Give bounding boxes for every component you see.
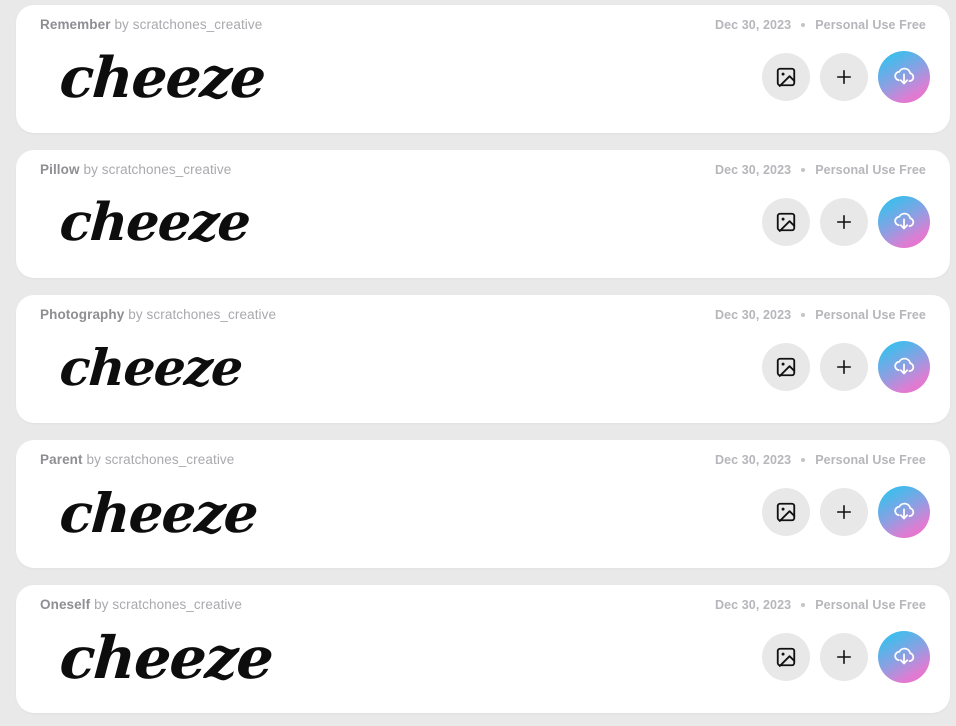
cloud-download-icon — [889, 497, 919, 527]
font-byline: by scratchones_creative — [128, 307, 276, 322]
preview-image-button[interactable] — [762, 53, 810, 101]
font-name: Photography — [40, 307, 125, 322]
by-label: by — [83, 162, 98, 177]
plus-icon — [834, 212, 854, 232]
card-meta-row: Oneself by scratchones_creative Dec 30, … — [16, 585, 950, 612]
font-card[interactable]: Remember by scratchones_creative Dec 30,… — [16, 5, 950, 133]
plus-icon — [834, 67, 854, 87]
image-icon — [775, 646, 797, 668]
font-author[interactable]: scratchones_creative — [112, 597, 242, 612]
by-label: by — [86, 452, 101, 467]
font-preview: cheeze — [57, 35, 680, 121]
font-preview-text: cheeze — [57, 192, 252, 253]
add-to-collection-button[interactable] — [820, 53, 868, 101]
cloud-download-icon — [889, 352, 919, 382]
font-preview-text: cheeze — [57, 481, 260, 545]
font-card[interactable]: Pillow by scratchones_creative Dec 30, 2… — [16, 150, 950, 278]
preview-image-button[interactable] — [762, 633, 810, 681]
font-result-list: Remember by scratchones_creative Dec 30,… — [0, 0, 956, 726]
add-to-collection-button[interactable] — [820, 343, 868, 391]
card-right-meta: Dec 30, 2023 Personal Use Free — [715, 597, 926, 613]
plus-icon — [834, 647, 854, 667]
license-label: Personal Use Free — [815, 308, 926, 322]
card-actions — [762, 51, 930, 103]
font-byline: by scratchones_creative — [86, 452, 234, 467]
card-meta-row: Remember by scratchones_creative Dec 30,… — [16, 5, 950, 32]
image-icon — [775, 66, 797, 88]
card-right-meta: Dec 30, 2023 Personal Use Free — [715, 307, 926, 323]
card-actions — [762, 631, 930, 683]
preview-image-button[interactable] — [762, 198, 810, 246]
font-byline: by scratchones_creative — [83, 162, 231, 177]
font-author[interactable]: scratchones_creative — [105, 452, 235, 467]
card-actions — [762, 341, 930, 393]
font-card[interactable]: Photography by scratchones_creative Dec … — [16, 295, 950, 423]
download-button[interactable] — [878, 196, 930, 248]
card-right-meta: Dec 30, 2023 Personal Use Free — [715, 17, 926, 33]
by-label: by — [94, 597, 109, 612]
upload-date: Dec 30, 2023 — [714, 598, 792, 612]
font-preview: cheeze — [57, 325, 680, 411]
upload-date: Dec 30, 2023 — [714, 18, 792, 32]
card-actions — [762, 196, 930, 248]
font-name: Oneself — [40, 597, 91, 612]
font-name: Remember — [40, 17, 111, 32]
upload-date: Dec 30, 2023 — [714, 453, 792, 467]
font-name: Parent — [40, 452, 83, 467]
font-byline: by scratchones_creative — [114, 17, 262, 32]
font-name: Pillow — [40, 162, 80, 177]
image-icon — [775, 211, 797, 233]
plus-icon — [834, 357, 854, 377]
preview-image-button[interactable] — [762, 488, 810, 536]
font-author[interactable]: scratchones_creative — [133, 17, 263, 32]
separator-dot-icon — [801, 168, 806, 172]
add-to-collection-button[interactable] — [820, 488, 868, 536]
card-right-meta: Dec 30, 2023 Personal Use Free — [715, 162, 926, 178]
font-byline: by scratchones_creative — [94, 597, 242, 612]
download-button[interactable] — [878, 51, 930, 103]
add-to-collection-button[interactable] — [820, 633, 868, 681]
card-right-meta: Dec 30, 2023 Personal Use Free — [715, 452, 926, 468]
separator-dot-icon — [801, 23, 806, 27]
font-card[interactable]: Oneself by scratchones_creative Dec 30, … — [16, 585, 950, 713]
upload-date: Dec 30, 2023 — [714, 308, 792, 322]
cloud-download-icon — [889, 207, 919, 237]
font-preview-text: cheeze — [57, 338, 244, 397]
license-label: Personal Use Free — [815, 453, 926, 467]
separator-dot-icon — [801, 458, 806, 462]
font-card[interactable]: Parent by scratchones_creative Dec 30, 2… — [16, 440, 950, 568]
upload-date: Dec 30, 2023 — [714, 163, 792, 177]
card-meta-row: Photography by scratchones_creative Dec … — [16, 295, 950, 322]
download-button[interactable] — [878, 341, 930, 393]
preview-image-button[interactable] — [762, 343, 810, 391]
font-preview: cheeze — [57, 470, 680, 556]
card-meta-row: Pillow by scratchones_creative Dec 30, 2… — [16, 150, 950, 177]
card-meta-row: Parent by scratchones_creative Dec 30, 2… — [16, 440, 950, 467]
license-label: Personal Use Free — [815, 163, 926, 177]
download-button[interactable] — [878, 631, 930, 683]
plus-icon — [834, 502, 854, 522]
download-button[interactable] — [878, 486, 930, 538]
image-icon — [775, 501, 797, 523]
separator-dot-icon — [801, 313, 806, 317]
license-label: Personal Use Free — [815, 18, 926, 32]
cloud-download-icon — [889, 642, 919, 672]
by-label: by — [114, 17, 129, 32]
license-label: Personal Use Free — [815, 598, 926, 612]
font-preview: cheeze — [57, 615, 680, 701]
font-preview-text: cheeze — [57, 45, 267, 111]
font-preview-text: cheeze — [57, 624, 275, 692]
font-preview: cheeze — [57, 180, 680, 266]
image-icon — [775, 356, 797, 378]
cloud-download-icon — [889, 62, 919, 92]
font-author[interactable]: scratchones_creative — [147, 307, 277, 322]
card-actions — [762, 486, 930, 538]
by-label: by — [128, 307, 143, 322]
font-author[interactable]: scratchones_creative — [102, 162, 232, 177]
add-to-collection-button[interactable] — [820, 198, 868, 246]
separator-dot-icon — [801, 603, 806, 607]
